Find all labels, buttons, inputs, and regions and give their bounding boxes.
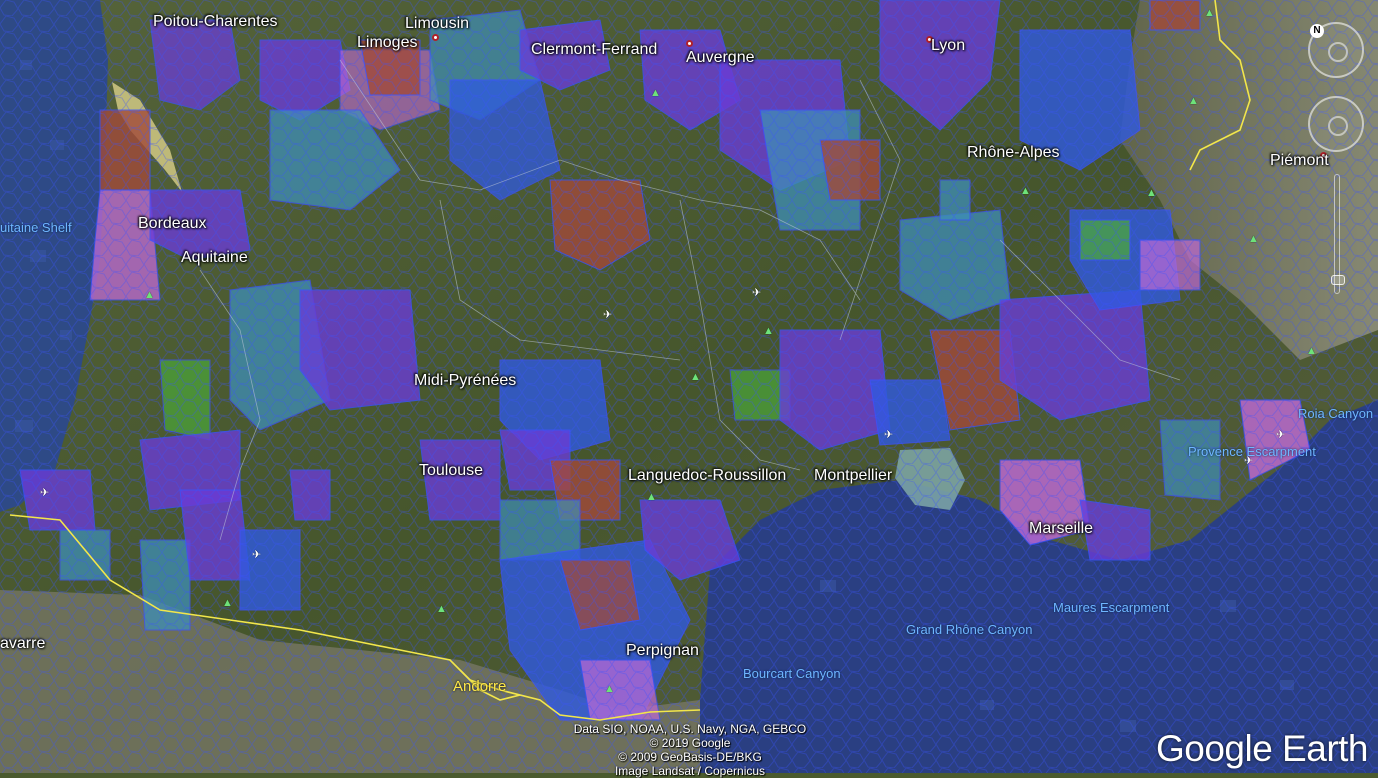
tree-icon: ▲ [1306, 345, 1317, 357]
map-view[interactable]: ▲ ▲ ▲ ▲ ▲ ▲ ▲ ▲ ▲ ▲ ▲ ▲ ▲ ▲ ✈ ✈ ✈ ✈ ✈ ✈ … [0, 0, 1378, 773]
compass-icon[interactable]: N [1308, 22, 1364, 78]
tree-icon: ▲ [222, 597, 233, 609]
attribution-line: © 2009 GeoBasis-DE/BKG [618, 750, 762, 764]
zoom-slider[interactable] [1331, 174, 1345, 294]
look-around-joystick[interactable] [1308, 96, 1364, 152]
city-dot-lyon [926, 36, 933, 43]
airport-icon: ✈ [884, 429, 894, 441]
city-dot-clermont-ferrand [686, 40, 693, 47]
attribution-line: Image Landsat / Copernicus [614, 764, 766, 778]
tree-icon: ▲ [1188, 95, 1199, 107]
attribution-line: Data SIO, NOAA, U.S. Navy, NGA, GEBCO [573, 722, 807, 736]
navigation-controls[interactable]: N [1304, 4, 1370, 304]
tree-icon: ▲ [763, 325, 774, 337]
city-dot-limoges [432, 34, 439, 41]
tree-icon: ▲ [1020, 185, 1031, 197]
compass-center [1328, 42, 1348, 62]
tree-icon: ▲ [604, 683, 615, 695]
google-earth-logo: Google Earth [1155, 728, 1369, 769]
compass-north-label: N [1310, 24, 1324, 38]
zoom-slider-thumb[interactable] [1331, 275, 1345, 285]
tree-icon: ▲ [144, 289, 155, 301]
tree-icon: ▲ [1204, 7, 1215, 19]
map-attribution: Data SIO, NOAA, U.S. Navy, NGA, GEBCO © … [555, 722, 825, 778]
tree-icon: ▲ [646, 491, 657, 503]
tree-icon: ▲ [436, 603, 447, 615]
airport-icon: ✈ [1244, 455, 1254, 467]
map-canvas[interactable] [0, 0, 1378, 773]
tree-icon: ▲ [690, 371, 701, 383]
airport-icon: ✈ [603, 309, 613, 321]
airport-icon: ✈ [40, 487, 50, 499]
attribution-line: © 2019 Google [649, 736, 731, 750]
airport-icon: ✈ [1276, 429, 1286, 441]
airport-icon: ✈ [752, 287, 762, 299]
airport-icon: ✈ [252, 549, 262, 561]
overlay-cell-texture [0, 0, 1378, 773]
tree-icon: ▲ [1146, 187, 1157, 199]
joystick-center [1328, 116, 1348, 136]
tree-icon: ▲ [650, 87, 661, 99]
tree-icon: ▲ [1248, 233, 1259, 245]
